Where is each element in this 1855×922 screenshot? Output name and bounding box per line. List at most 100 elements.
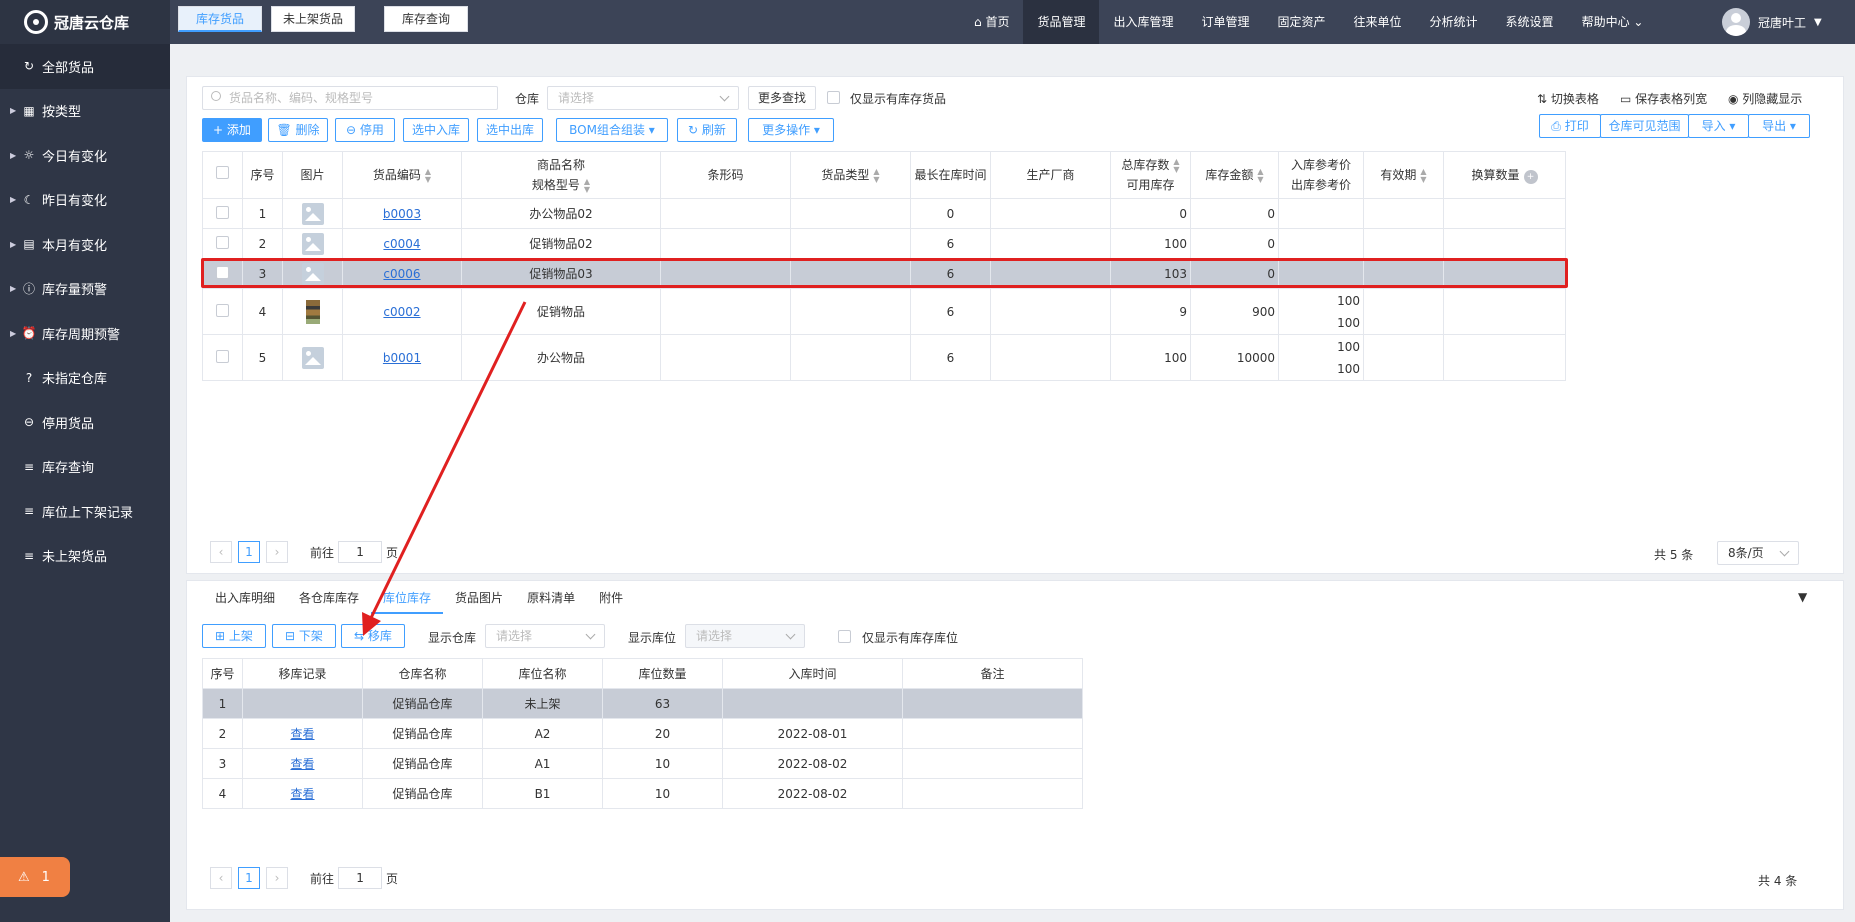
nav-goods[interactable]: 货品管理 [1023,0,1100,44]
nav-partners[interactable]: 往来单位 [1340,0,1416,44]
print-button[interactable]: ⎙ 打印 [1539,114,1601,138]
sort-icon[interactable]: ▲ ▼ [1173,157,1179,174]
view-record-link[interactable]: 查看 [290,787,314,801]
save-col-width-link[interactable]: ▭ 保存表格列宽 [1620,90,1707,107]
page-size-select[interactable]: 8条/页 [1717,541,1799,565]
selected-in-button[interactable]: 选中入库 [403,118,469,142]
product-thumbnail[interactable] [305,299,320,324]
collapse-caret-icon[interactable]: ▼ [1798,590,1807,604]
header-code[interactable]: 货品编码 ▲ ▼ [342,151,462,199]
tab-materials[interactable]: 原料清单 [515,582,587,614]
shelve-button[interactable]: ⊞ 上架 [202,624,266,648]
row-checkbox[interactable] [216,235,229,249]
goods-code-link[interactable]: c0006 [383,267,420,281]
only-location-checkbox[interactable] [838,630,851,643]
sidebar-item-by-type[interactable]: ▶ ▦ 按类型 [0,89,170,134]
sidebar-item-disabled[interactable]: ⊖ 停用货品 [0,400,170,445]
view-record-link[interactable]: 查看 [290,757,314,771]
image-placeholder-icon[interactable] [301,346,324,369]
sort-icon[interactable]: ▲ ▼ [1420,167,1426,184]
sort-icon[interactable]: ▲ ▼ [425,167,431,184]
tab-stock-goods[interactable]: 库存货品 [178,6,262,32]
sidebar-item-shelf-records[interactable]: ≡ 库位上下架记录 [0,489,170,534]
show-location-select[interactable]: 请选择 [685,624,805,648]
app-logo[interactable]: 冠唐云仓库 [0,0,170,44]
page-number[interactable]: 1 [238,867,260,889]
sidebar-item-no-warehouse[interactable]: ? 未指定仓库 [0,356,170,401]
goto-page-input[interactable]: 1 [338,541,383,563]
selected-out-button[interactable]: 选中出库 [477,118,543,142]
table-row[interactable]: 4 查看 促销品仓库 B1 10 2022-08-02 [202,778,1083,809]
header-amount[interactable]: 库存金额 ▲ ▼ [1190,151,1279,199]
sidebar-item-all[interactable]: ↻ 全部货品 [0,44,170,89]
warehouse-select[interactable]: 请选择 [547,86,739,110]
sidebar-item-stock-alert[interactable]: ▶ ⓘ 库存量预警 [0,267,170,312]
unshelve-button[interactable]: ⊟ 下架 [272,624,336,648]
table-row[interactable]: 1 b0003 办公物品02 0 0 0 [202,198,1566,229]
header-expiry[interactable]: 有效期 ▲ ▼ [1363,151,1444,199]
tab-warehouse-stock[interactable]: 各仓库库存 [287,582,371,614]
table-row[interactable]: 5 b0001 办公物品 6 100 10000 100 100 [202,334,1566,381]
row-checkbox[interactable] [216,303,229,317]
sidebar-item-cycle-alert[interactable]: ▶ ⏰ 库存周期预警 [0,311,170,356]
goods-code-link[interactable]: c0004 [383,237,420,251]
import-button[interactable]: 导入 ▾ [1688,114,1749,138]
sidebar-item-today[interactable]: ▶ ☼ 今日有变化 [0,133,170,178]
sidebar-item-unshelved[interactable]: ≡ 未上架货品 [0,534,170,579]
nav-settings[interactable]: 系统设置 [1492,0,1568,44]
export-button[interactable]: 导出 ▾ [1748,114,1810,138]
user-menu[interactable]: 冠唐叶工 ▼ [1722,8,1822,36]
sort-icon[interactable]: ▲ ▼ [584,177,590,194]
header-type[interactable]: 货品类型 ▲ ▼ [790,151,911,199]
row-checkbox[interactable] [216,265,229,279]
goods-code-link[interactable]: b0003 [383,207,421,221]
prev-page-button[interactable]: ‹ [210,867,232,889]
prev-page-button[interactable]: ‹ [210,541,232,563]
table-row[interactable]: 2 c0004 促销物品02 6 100 0 [202,228,1566,259]
column-visibility-link[interactable]: ◉ 列隐藏显示 [1728,90,1802,107]
switch-table-link[interactable]: ⇅ 切换表格 [1537,90,1599,107]
nav-home[interactable]: ⌂ 首页 [960,0,1023,44]
table-row-selected[interactable]: 3 c0006 促销物品03 6 103 0 [202,258,1566,289]
header-select-all[interactable] [202,151,243,199]
page-number[interactable]: 1 [238,541,260,563]
image-placeholder-icon[interactable] [301,202,324,225]
table-row[interactable]: 4 c0002 促销物品 6 9 900 100 100 [202,288,1566,335]
search-input[interactable]: 货品名称、编码、规格型号 [202,86,498,110]
bom-button[interactable]: BOM组合组装 ▾ [556,118,668,142]
tab-location-stock[interactable]: 库位库存 [371,582,444,614]
tab-unshelved-goods[interactable]: 未上架货品 [271,6,355,32]
image-placeholder-icon[interactable] [301,232,324,255]
table-row-selected[interactable]: 1 促销品仓库 未上架 63 [202,688,1083,719]
tab-inout-detail[interactable]: 出入库明细 [203,582,287,614]
more-search-button[interactable]: 更多查找 [748,86,816,110]
disable-button[interactable]: ⊖ 停用 [335,118,395,142]
table-row[interactable]: 3 查看 促销品仓库 A1 10 2022-08-02 [202,748,1083,779]
row-checkbox[interactable] [216,349,229,363]
nav-orders[interactable]: 订单管理 [1187,0,1263,44]
alarm-badge[interactable]: ⚠ 1 [0,857,70,897]
warehouse-visibility-button[interactable]: 仓库可见范围 [1600,114,1689,138]
image-placeholder-icon[interactable] [301,262,324,285]
next-page-button[interactable]: › [266,867,288,889]
refresh-button[interactable]: ↻ 刷新 [677,118,737,142]
only-stock-checkbox[interactable] [827,91,840,104]
nav-analytics[interactable]: 分析统计 [1416,0,1492,44]
tab-goods-images[interactable]: 货品图片 [443,582,515,614]
add-button[interactable]: + 添加 [202,118,262,142]
sidebar-item-stock-query[interactable]: ≡ 库存查询 [0,445,170,490]
goto-page-input[interactable]: 1 [338,867,383,889]
more-actions-button[interactable]: 更多操作 ▾ [748,118,834,142]
sort-icon[interactable]: ▲ ▼ [873,167,879,184]
table-row[interactable]: 2 查看 促销品仓库 A2 20 2022-08-01 [202,718,1083,749]
tab-stock-query[interactable]: 库存查询 [384,6,468,32]
view-record-link[interactable]: 查看 [290,727,314,741]
sidebar-item-month[interactable]: ▶ ▤ 本月有变化 [0,222,170,267]
info-icon[interactable]: + [1523,170,1538,184]
sort-icon[interactable]: ▲ ▼ [1257,167,1263,184]
tab-attachments[interactable]: 附件 [587,582,635,614]
nav-assets[interactable]: 固定资产 [1264,0,1340,44]
move-location-button[interactable]: ⇆ 移库 [341,624,405,648]
goods-code-link[interactable]: c0002 [383,305,420,319]
nav-inout[interactable]: 出入库管理 [1099,0,1187,44]
